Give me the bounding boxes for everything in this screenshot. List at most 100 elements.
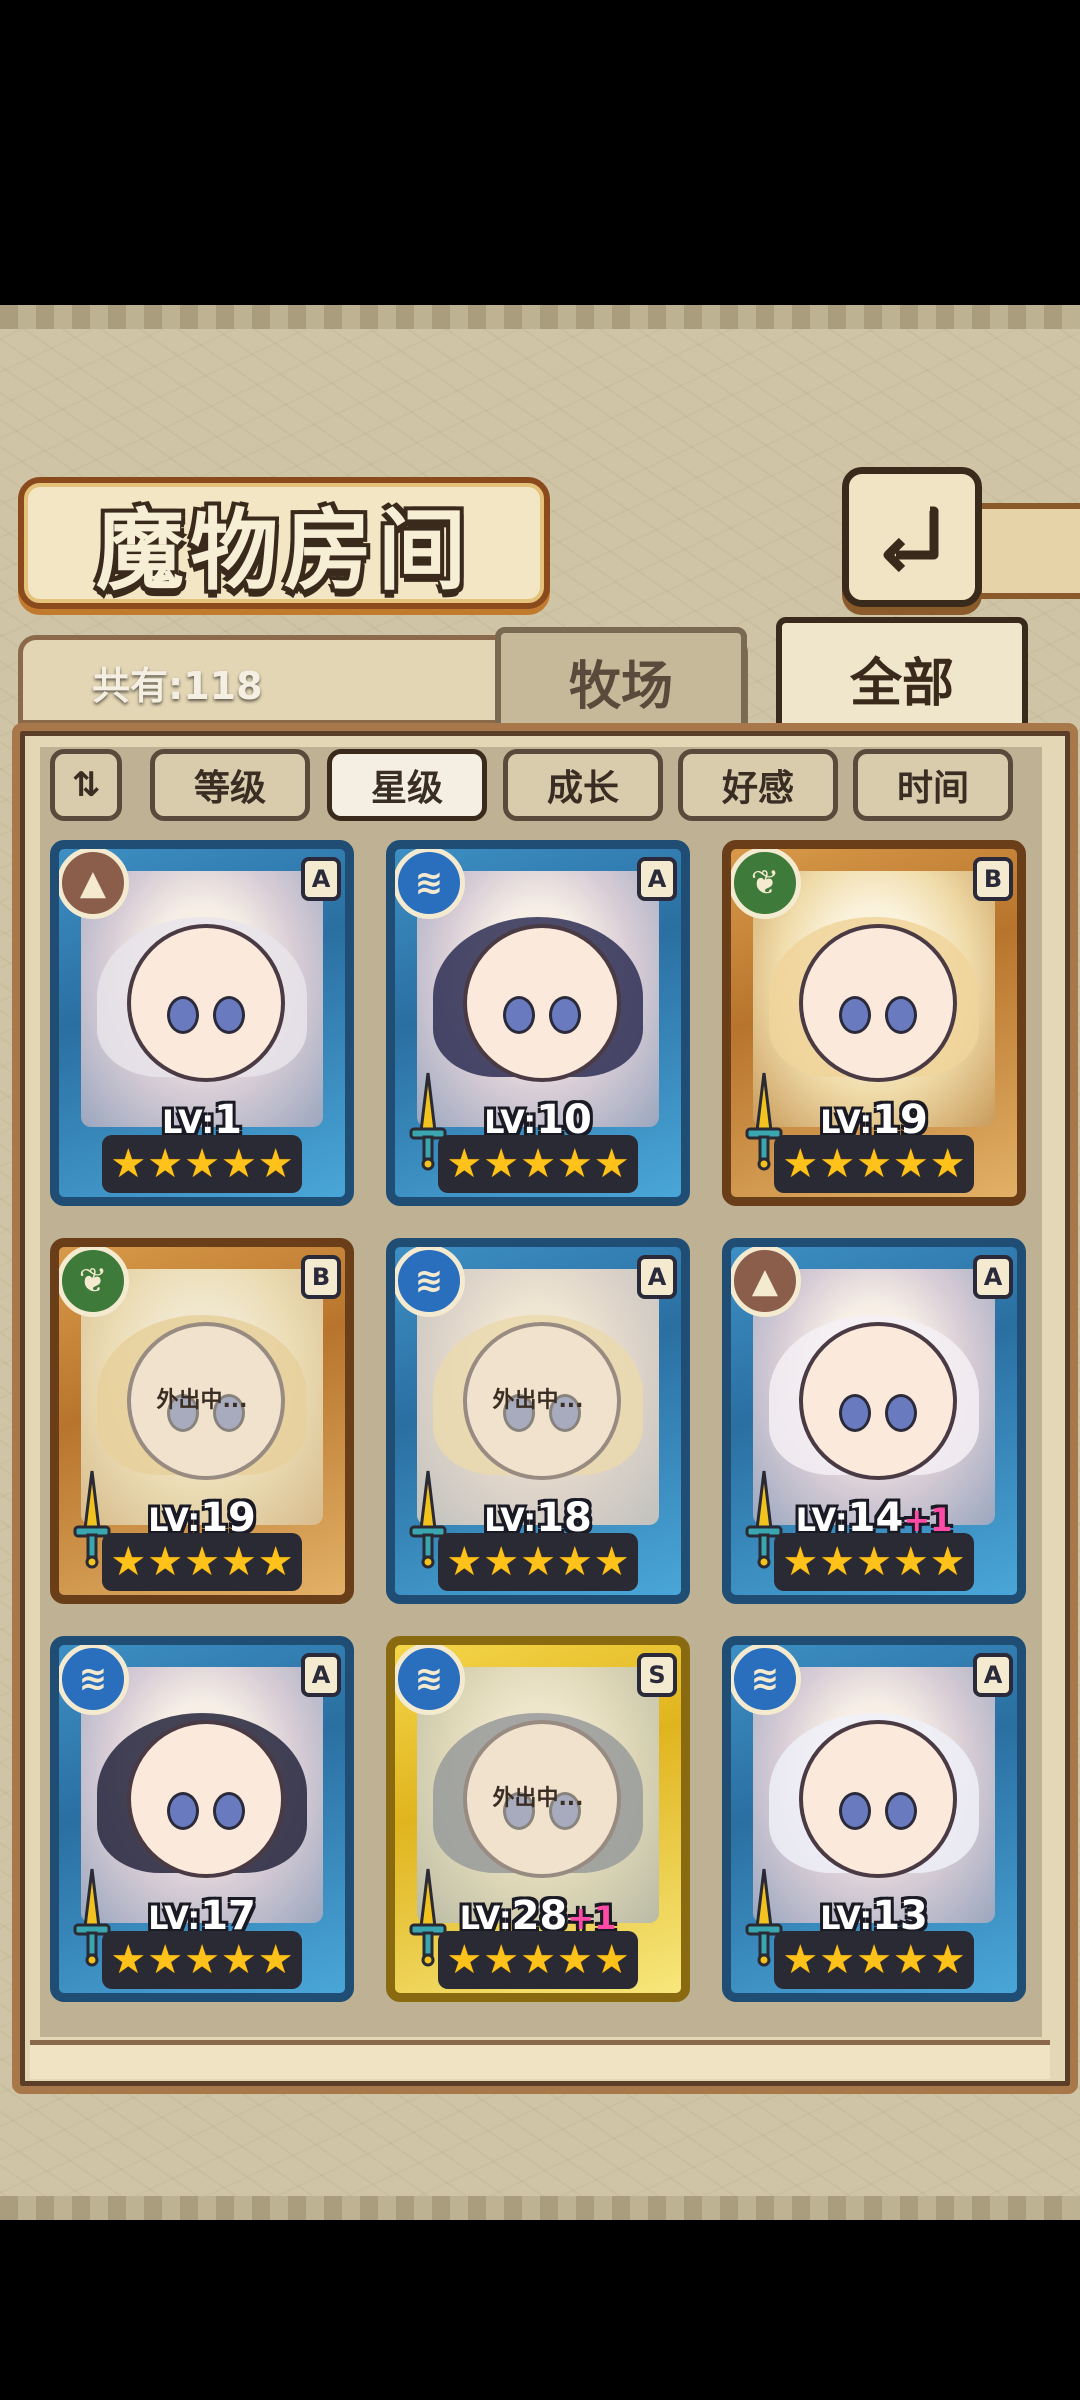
wood-element-icon: ❦ bbox=[59, 1247, 129, 1317]
star-rating: ★ ★ ★ ★ ★ bbox=[102, 1135, 302, 1193]
panel-bottom-edge bbox=[30, 2040, 1050, 2079]
star-icon: ★ bbox=[257, 1937, 294, 1983]
sort-time-button[interactable]: 时间 bbox=[853, 749, 1013, 821]
monster-card[interactable]: ▲ A LV:14+1 ★ ★ ★ ★ ★ bbox=[722, 1238, 1026, 1604]
tab-ranch[interactable]: 牧场 bbox=[495, 627, 747, 735]
star-icon: ★ bbox=[929, 1937, 966, 1983]
star-icon: ★ bbox=[220, 1141, 257, 1187]
title-plate: 魔物房间 bbox=[18, 477, 550, 609]
star-icon: ★ bbox=[147, 1937, 184, 1983]
away-status: 外出中... bbox=[156, 1387, 248, 1413]
monster-eye bbox=[503, 996, 535, 1034]
monster-eye bbox=[885, 1394, 917, 1432]
monster-eye bbox=[885, 1792, 917, 1830]
water-element-icon: ≋ bbox=[731, 1645, 801, 1715]
star-icon: ★ bbox=[819, 1937, 856, 1983]
monster-eye bbox=[839, 1792, 871, 1830]
star-rating: ★ ★ ★ ★ ★ bbox=[102, 1931, 302, 1989]
wood-element-icon: ❦ bbox=[731, 849, 801, 919]
star-icon: ★ bbox=[929, 1141, 966, 1187]
star-icon: ★ bbox=[520, 1937, 556, 1983]
star-icon: ★ bbox=[856, 1141, 892, 1187]
star-icon: ★ bbox=[483, 1937, 520, 1983]
star-icon: ★ bbox=[556, 1937, 593, 1983]
return-arrow-icon bbox=[883, 506, 939, 573]
sort-star-button[interactable]: 星级 bbox=[327, 749, 487, 821]
star-icon: ★ bbox=[593, 1937, 630, 1983]
page-title: 魔物房间 bbox=[95, 497, 472, 602]
monster-card[interactable]: ≋ A LV:17 ★ ★ ★ ★ ★ bbox=[50, 1636, 354, 2002]
sort-growth-button[interactable]: 成长 bbox=[503, 749, 663, 821]
star-icon: ★ bbox=[110, 1937, 147, 1983]
torn-paper-edge-bottom bbox=[0, 2196, 1080, 2220]
star-rating: ★ ★ ★ ★ ★ bbox=[774, 1931, 974, 1989]
star-icon: ★ bbox=[110, 1539, 147, 1585]
star-icon: ★ bbox=[856, 1539, 892, 1585]
rank-badge: A bbox=[637, 857, 677, 901]
monster-eye bbox=[213, 996, 245, 1034]
star-rating: ★ ★ ★ ★ ★ bbox=[774, 1533, 974, 1591]
monster-eye bbox=[213, 1792, 245, 1830]
star-icon: ★ bbox=[147, 1539, 184, 1585]
earth-element-icon: ▲ bbox=[59, 849, 129, 919]
star-rating: ★ ★ ★ ★ ★ bbox=[102, 1533, 302, 1591]
star-icon: ★ bbox=[147, 1141, 184, 1187]
star-icon: ★ bbox=[520, 1539, 556, 1585]
star-icon: ★ bbox=[892, 1937, 929, 1983]
star-icon: ★ bbox=[257, 1141, 294, 1187]
star-icon: ★ bbox=[257, 1539, 294, 1585]
sort-order-button[interactable]: ⇅ bbox=[50, 749, 122, 821]
star-icon: ★ bbox=[556, 1141, 593, 1187]
rank-badge: A bbox=[973, 1255, 1013, 1299]
water-element-icon: ≋ bbox=[395, 849, 465, 919]
monster-card[interactable]: ≋ A LV:10 ★ ★ ★ ★ ★ bbox=[386, 840, 690, 1206]
torn-paper-edge-top bbox=[0, 305, 1080, 329]
star-icon: ★ bbox=[483, 1539, 520, 1585]
star-icon: ★ bbox=[819, 1539, 856, 1585]
rank-badge: A bbox=[637, 1255, 677, 1299]
monster-eye bbox=[167, 1792, 199, 1830]
sort-level-button[interactable]: 等级 bbox=[150, 749, 310, 821]
water-element-icon: ≋ bbox=[395, 1247, 465, 1317]
water-element-icon: ≋ bbox=[395, 1645, 465, 1715]
sort-order-icon: ⇅ bbox=[71, 765, 101, 805]
monster-face bbox=[799, 1322, 957, 1480]
monster-card[interactable]: ≋ A LV:13 ★ ★ ★ ★ ★ bbox=[722, 1636, 1026, 2002]
back-button[interactable] bbox=[842, 467, 982, 607]
monster-card[interactable]: 外出中... ≋ A LV:18 ★ ★ ★ ★ ★ bbox=[386, 1238, 690, 1604]
star-icon: ★ bbox=[892, 1539, 929, 1585]
monster-room-screen: 魔物房间 共有:118 牧场 全部 ⇅ 等级 星级 成长 好感 时间 ▲ A L… bbox=[0, 305, 1080, 2220]
monster-face bbox=[127, 924, 285, 1082]
tab-all[interactable]: 全部 bbox=[776, 617, 1028, 739]
rank-badge: A bbox=[301, 857, 341, 901]
star-icon: ★ bbox=[782, 1141, 819, 1187]
rank-badge: A bbox=[301, 1653, 341, 1697]
monster-count: 共有:118 bbox=[92, 664, 263, 708]
away-status: 外出中... bbox=[492, 1387, 584, 1413]
water-element-icon: ≋ bbox=[59, 1645, 129, 1715]
star-icon: ★ bbox=[556, 1539, 593, 1585]
star-icon: ★ bbox=[520, 1141, 556, 1187]
star-icon: ★ bbox=[446, 1141, 483, 1187]
star-icon: ★ bbox=[782, 1937, 819, 1983]
monster-face bbox=[799, 924, 957, 1082]
star-icon: ★ bbox=[483, 1141, 520, 1187]
star-icon: ★ bbox=[184, 1937, 220, 1983]
sort-affection-button[interactable]: 好感 bbox=[678, 749, 838, 821]
monster-eye bbox=[839, 996, 871, 1034]
monster-card[interactable]: 外出中... ≋ S LV:28+1 ★ ★ ★ ★ ★ bbox=[386, 1636, 690, 2002]
monster-eye bbox=[885, 996, 917, 1034]
star-rating: ★ ★ ★ ★ ★ bbox=[438, 1533, 638, 1591]
star-icon: ★ bbox=[220, 1937, 257, 1983]
monster-card[interactable]: ▲ A LV:1 ★ ★ ★ ★ ★ bbox=[50, 840, 354, 1206]
star-icon: ★ bbox=[184, 1141, 220, 1187]
monster-card[interactable]: ❦ B LV:19 ★ ★ ★ ★ ★ bbox=[722, 840, 1026, 1206]
monster-eye bbox=[549, 996, 581, 1034]
away-status: 外出中... bbox=[492, 1785, 584, 1811]
star-icon: ★ bbox=[782, 1539, 819, 1585]
star-icon: ★ bbox=[593, 1141, 630, 1187]
rank-badge: B bbox=[301, 1255, 341, 1299]
star-rating: ★ ★ ★ ★ ★ bbox=[438, 1931, 638, 1989]
monster-card[interactable]: 外出中... ❦ B LV:19 ★ ★ ★ ★ ★ bbox=[50, 1238, 354, 1604]
star-icon: ★ bbox=[184, 1539, 220, 1585]
